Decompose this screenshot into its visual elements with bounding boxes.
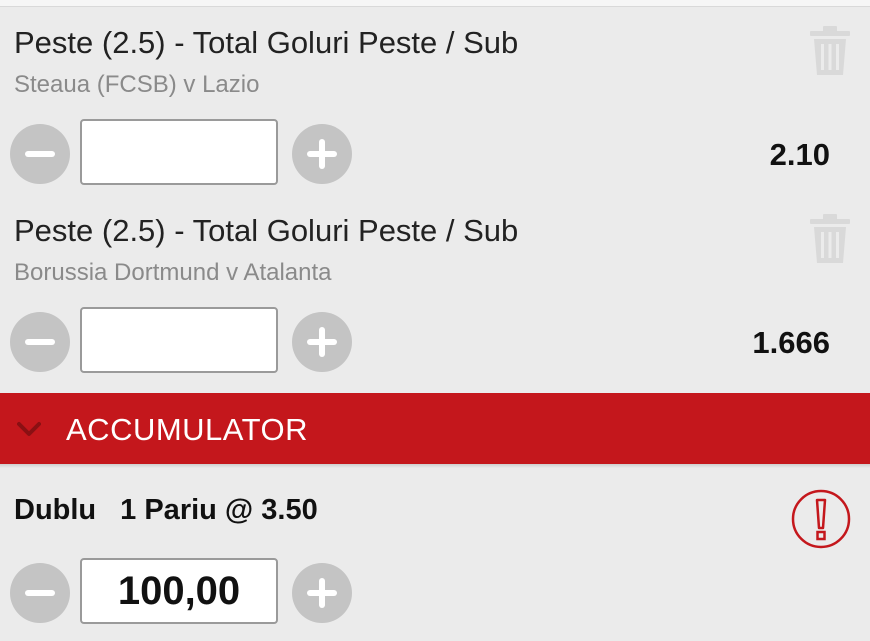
accumulator-stake-input[interactable]: [80, 558, 278, 624]
minus-icon[interactable]: [10, 563, 70, 623]
bet-slip-item: Peste (2.5) - Total Goluri Peste / Sub S…: [0, 7, 870, 195]
bet-count-odds: 1 Pariu @ 3.50: [120, 494, 318, 526]
accumulator-stake-stepper: [10, 558, 360, 626]
plus-icon[interactable]: [292, 312, 352, 372]
plus-icon[interactable]: [292, 563, 352, 623]
minus-icon[interactable]: [10, 312, 70, 372]
accumulator-title: ACCUMULATOR: [66, 412, 309, 447]
exclamation-icon[interactable]: [790, 488, 852, 550]
stake-input[interactable]: [80, 307, 278, 373]
bet-type-label: Dublu: [14, 494, 97, 526]
market-label: Peste (2.5) - Total Goluri Peste / Sub: [14, 25, 519, 60]
market-label: Peste (2.5) - Total Goluri Peste / Sub: [14, 213, 519, 248]
odds-value: 1.666: [752, 325, 830, 360]
chevron-down-icon: [17, 422, 41, 436]
stake-input[interactable]: [80, 119, 278, 185]
match-label: Borussia Dortmund v Atalanta: [14, 259, 332, 286]
odds-value: 2.10: [769, 137, 830, 172]
match-label: Steaua (FCSB) v Lazio: [14, 71, 260, 98]
top-divider: [0, 0, 870, 7]
bet-slip-item: Peste (2.5) - Total Goluri Peste / Sub B…: [0, 195, 870, 383]
stake-stepper: [10, 119, 360, 187]
header-shadow: [0, 464, 870, 468]
trash-icon[interactable]: [808, 25, 852, 77]
accumulator-header[interactable]: ACCUMULATOR: [0, 393, 870, 464]
minus-icon[interactable]: [10, 124, 70, 184]
stake-stepper: [10, 307, 360, 375]
plus-icon[interactable]: [292, 124, 352, 184]
accumulator-summary: Dublu 1 Pariu @ 3.50: [14, 494, 318, 527]
trash-icon[interactable]: [808, 213, 852, 265]
